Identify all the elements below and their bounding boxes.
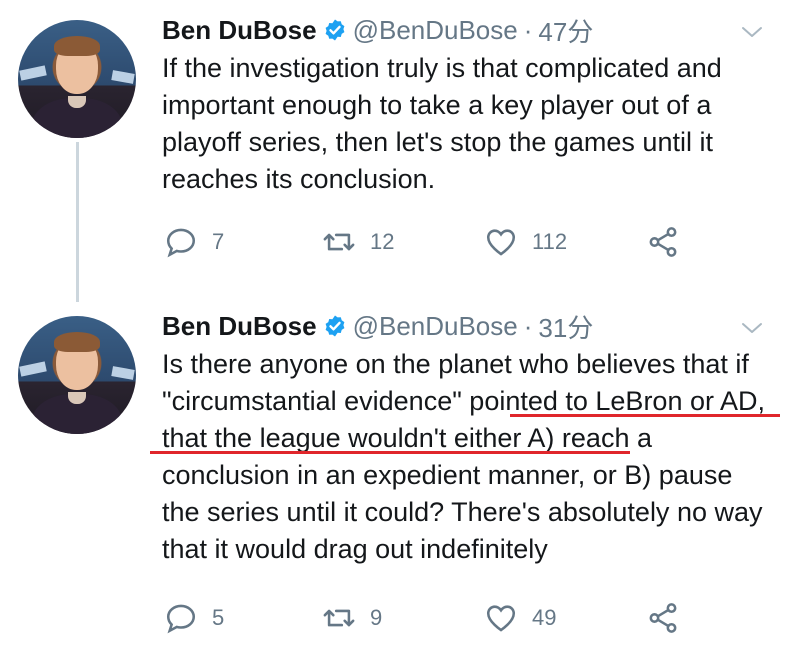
reply-button[interactable]: 7 [164, 222, 224, 262]
tweet-header: Ben DuBose @BenDuBose · 31分 [162, 308, 772, 344]
author-name[interactable]: Ben DuBose [162, 311, 317, 342]
author-handle[interactable]: @BenDuBose [353, 311, 518, 342]
like-button[interactable]: 49 [484, 598, 556, 638]
avatar[interactable] [18, 20, 136, 138]
retweet-count: 12 [370, 229, 395, 254]
timestamp[interactable]: 31分 [538, 308, 593, 345]
highlight-underline [510, 414, 780, 417]
like-count: 112 [532, 229, 568, 254]
separator-dot: · [523, 14, 533, 45]
share-icon [649, 603, 677, 633]
reply-count: 7 [212, 229, 225, 254]
tweet-content: Ben DuBose @BenDuBose · 47分 If the inves… [162, 12, 772, 258]
reply-icon [166, 228, 196, 258]
tweet-text: If the investigation truly is that compl… [162, 53, 722, 194]
chevron-down-icon[interactable] [740, 20, 764, 44]
separator-dot: · [523, 310, 533, 341]
retweet-button[interactable]: 9 [322, 598, 382, 638]
tweet-header: Ben DuBose @BenDuBose · 47分 [162, 12, 772, 48]
author-handle[interactable]: @BenDuBose [353, 15, 518, 46]
like-icon [486, 605, 516, 632]
verified-badge-icon [325, 315, 344, 337]
chevron-down-icon[interactable] [740, 316, 764, 340]
author-name[interactable]: Ben DuBose [162, 15, 317, 46]
retweet-icon [323, 609, 355, 627]
retweet-count: 9 [370, 605, 383, 630]
retweet-icon [323, 233, 355, 251]
like-count: 49 [532, 605, 557, 630]
tweet[interactable]: Ben DuBose @BenDuBose · 47分 If the inves… [0, 0, 792, 300]
retweet-button[interactable]: 12 [322, 222, 394, 262]
reply-icon [166, 604, 196, 634]
share-button[interactable] [646, 222, 680, 262]
share-button[interactable] [646, 598, 680, 638]
like-button[interactable]: 112 [484, 222, 567, 262]
highlight-underline [150, 451, 630, 454]
like-icon [486, 229, 516, 256]
share-icon [649, 227, 677, 257]
avatar[interactable] [18, 316, 136, 434]
tweet[interactable]: Ben DuBose @BenDuBose · 31分 Is there any… [0, 300, 792, 652]
reply-button[interactable]: 5 [164, 598, 224, 638]
verified-badge-icon [325, 19, 344, 41]
tweet-text: Is there anyone on the planet who believ… [162, 349, 765, 564]
tweet-content: Ben DuBose @BenDuBose · 31分 Is there any… [162, 308, 772, 634]
timestamp[interactable]: 47分 [538, 12, 593, 49]
reply-count: 5 [212, 605, 225, 630]
